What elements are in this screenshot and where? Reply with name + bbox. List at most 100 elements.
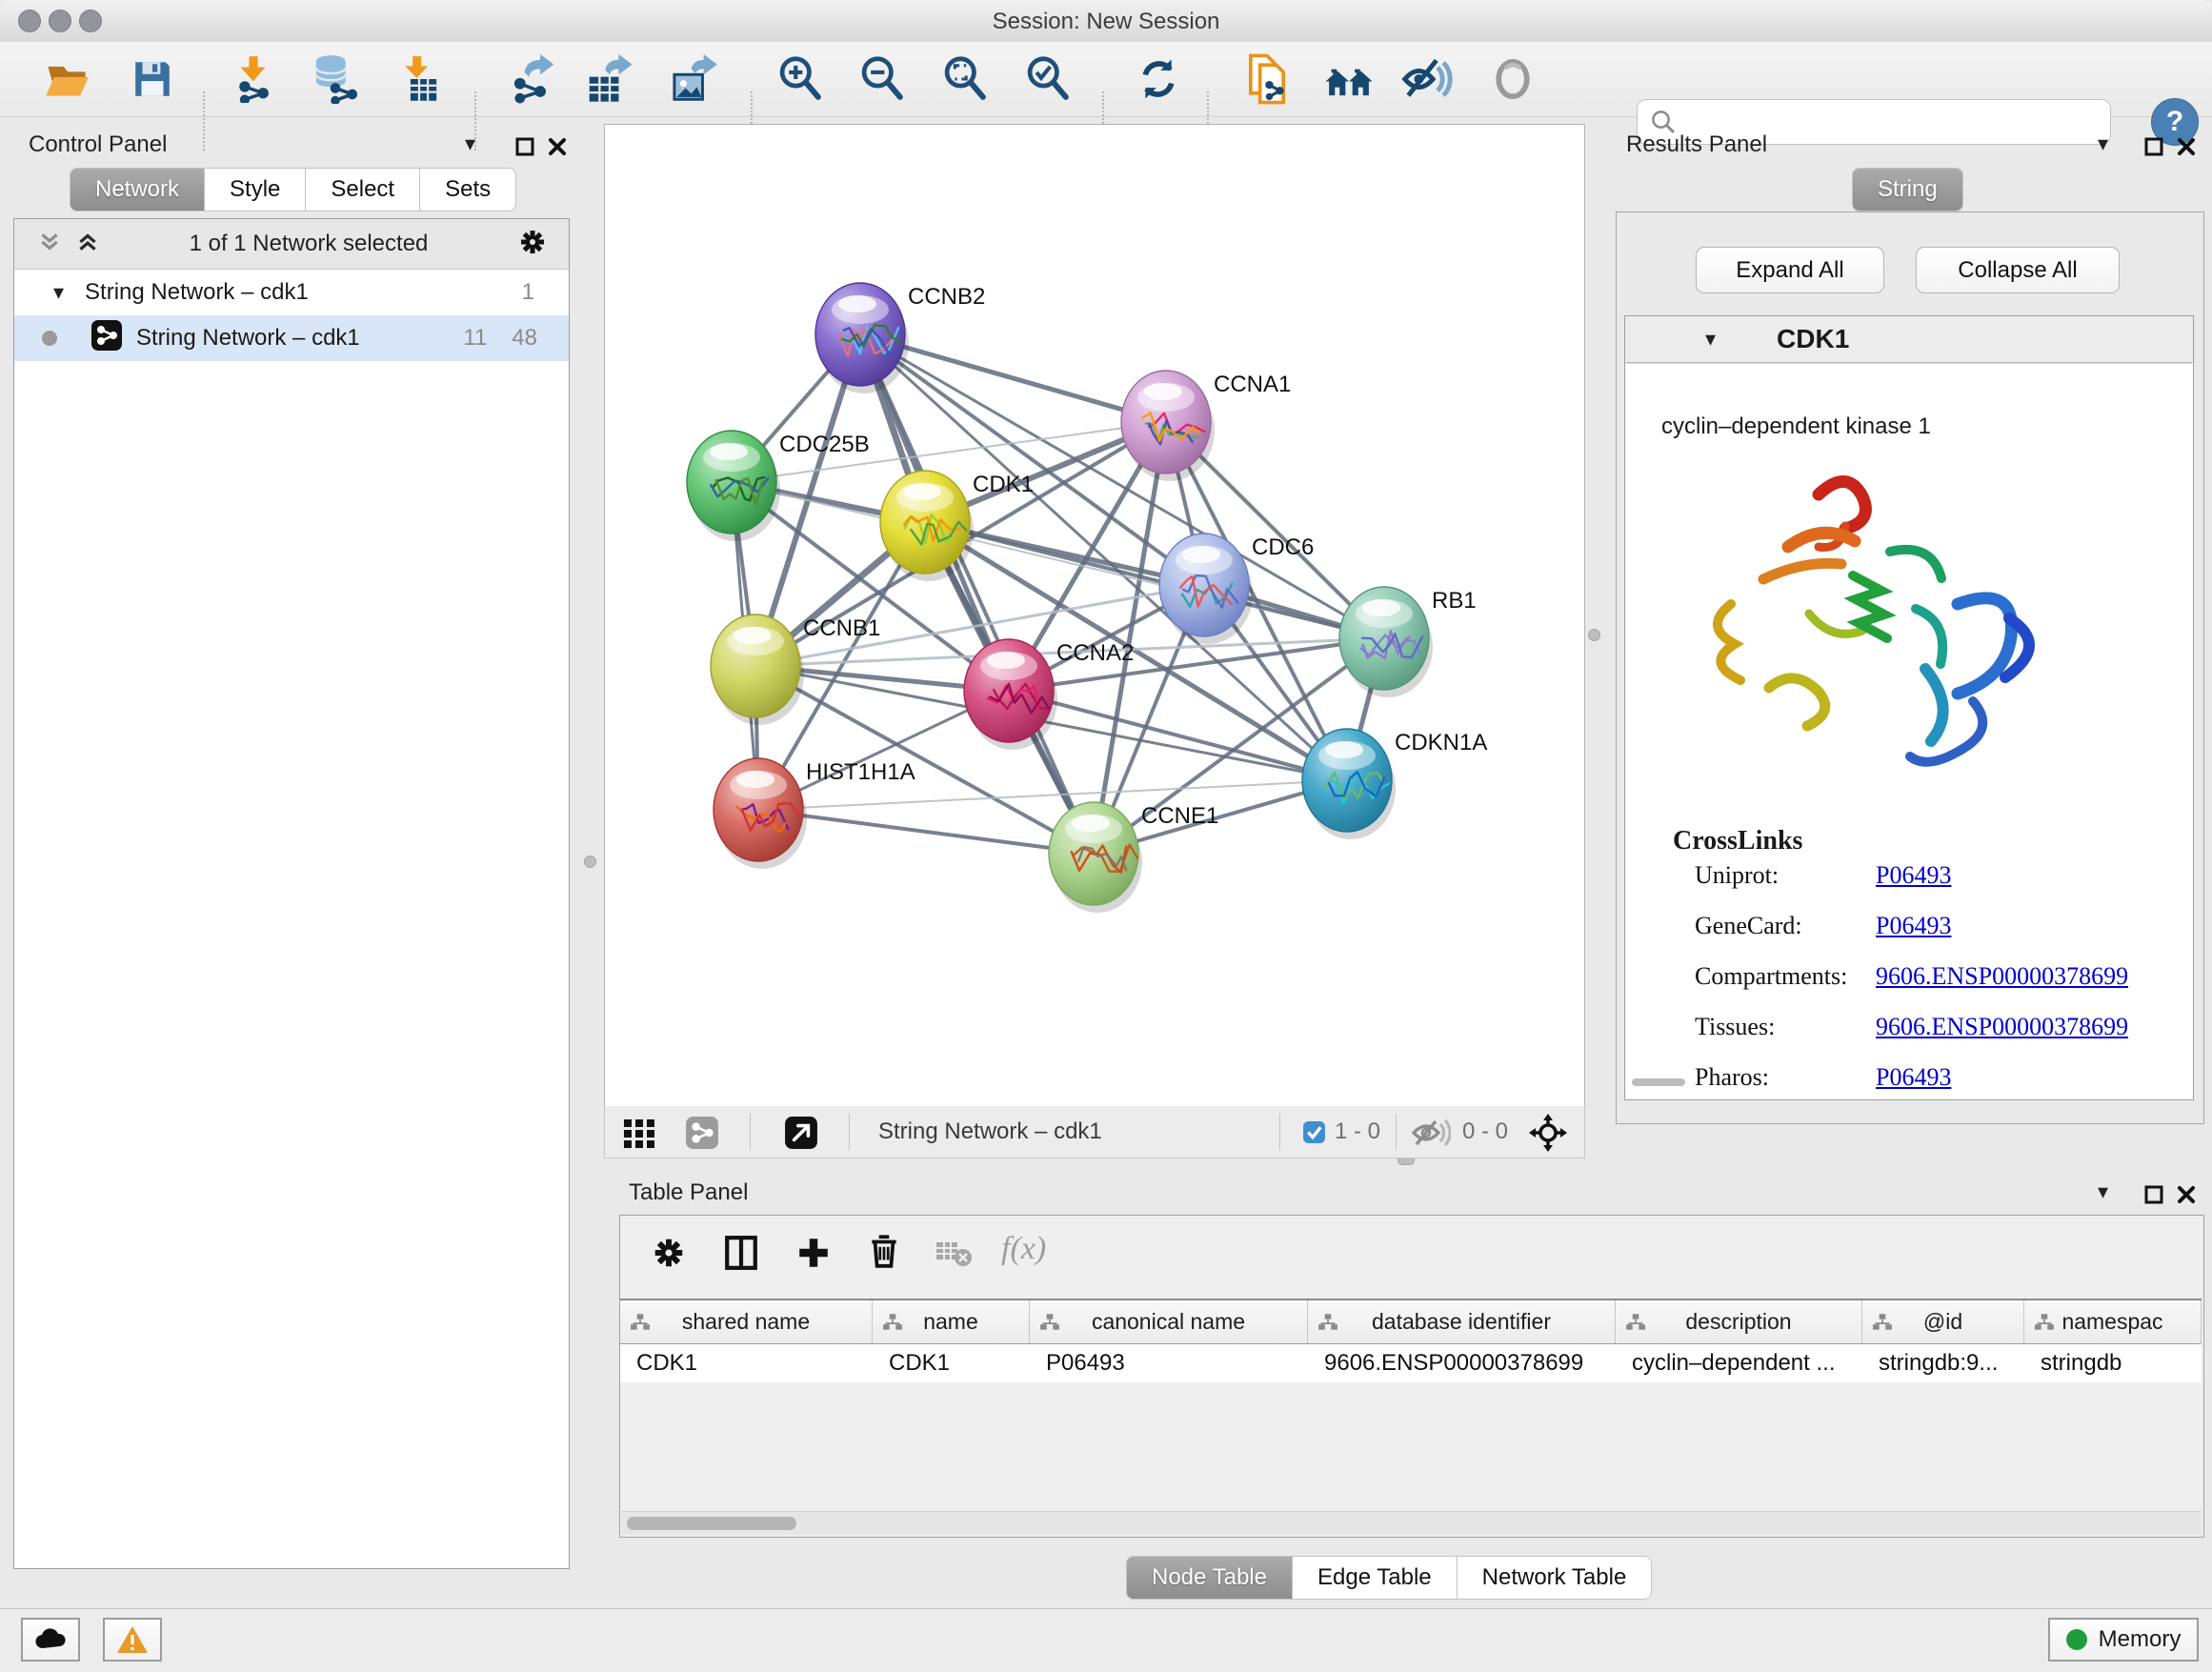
table-panel-float-icon[interactable] [2143, 1184, 2164, 1210]
expand-all-networks-icon[interactable] [37, 230, 62, 259]
control-panel-close-icon[interactable] [547, 136, 568, 162]
node-CCNB2[interactable]: CCNB2 [815, 283, 985, 393]
column-header-name[interactable]: name [873, 1300, 1030, 1343]
tab-style[interactable]: Style [205, 168, 306, 212]
memory-button[interactable]: Memory [2048, 1618, 2199, 1662]
open-in-new-icon[interactable] [784, 1116, 818, 1155]
protein-collapse-icon[interactable]: ▾ [1705, 329, 1716, 350]
tab-select[interactable]: Select [306, 168, 420, 212]
column-header-shared-name[interactable]: shared name [620, 1300, 873, 1343]
column-header-database-identifier[interactable]: database identifier [1308, 1300, 1616, 1343]
protein-card-header[interactable]: ▾ CDK1 [1625, 316, 2193, 363]
clone-network-icon[interactable] [1240, 52, 1294, 106]
delete-column-trash-icon[interactable] [866, 1233, 902, 1274]
tab-sets[interactable]: Sets [420, 168, 516, 212]
export-image-icon[interactable] [667, 52, 720, 106]
hidden-eye-slash-icon[interactable] [1411, 1118, 1451, 1152]
node-CDK1[interactable]: CDK1 [880, 471, 1034, 581]
tab-network-table[interactable]: Network Table [1458, 1556, 1653, 1600]
control-panel-float-icon[interactable] [514, 136, 535, 162]
node-HIST1H1A[interactable]: HIST1H1A [714, 758, 915, 869]
cloud-button[interactable] [21, 1618, 80, 1662]
node-CDC6[interactable]: CDC6 [1159, 534, 1314, 644]
table-row[interactable]: CDK1CDK1P064939606.ENSP00000378699cyclin… [620, 1344, 2202, 1382]
import-network-file-icon[interactable] [227, 52, 280, 106]
refresh-layout-icon[interactable] [1132, 52, 1185, 106]
results-hscroll-thumb[interactable] [1632, 1078, 1685, 1086]
table-settings-gear-icon[interactable] [651, 1235, 687, 1276]
string-results-box: Expand All Collapse All ▾ CDK1 cyclin–de… [1616, 212, 2204, 1124]
tab-edge-table[interactable]: Edge Table [1293, 1556, 1458, 1600]
network-collection-row[interactable]: ▾ String Network – cdk1 1 [14, 270, 569, 315]
results-panel-tab-string[interactable]: String [1852, 168, 1963, 212]
crosslink-value-link[interactable]: P06493 [1876, 861, 1951, 890]
protein-card-body: cyclin–dependent kinase 1 [1626, 363, 2192, 1092]
string-home-icon[interactable] [1322, 52, 1376, 106]
crosslink-value-link[interactable]: 9606.ENSP00000378699 [1876, 962, 2128, 991]
function-builder-icon[interactable]: f(x) [1001, 1231, 1046, 1267]
network-selected-summary: 1 of 1 Network selected [100, 231, 517, 257]
zoom-fit-icon[interactable] [938, 52, 992, 106]
control-panel-menu-icon[interactable]: ▾ [465, 133, 475, 154]
table-panel-close-icon[interactable] [2176, 1184, 2197, 1210]
crosslink-value-link[interactable]: P06493 [1876, 912, 1951, 940]
string-network-graph[interactable]: CCNB2CCNA1CDC25BCDK1CDC6RB1CCNB1CCNA2CDK… [605, 125, 1584, 1106]
string-hide-glass-icon[interactable] [1400, 52, 1454, 106]
zoom-in-icon[interactable] [774, 52, 827, 106]
collection-name: String Network – cdk1 [85, 279, 309, 306]
node-CDC25B[interactable]: CDC25B [687, 431, 870, 541]
crosslink-row: Uniprot:P06493 [1695, 861, 1779, 890]
edge-CDK1-RB1[interactable] [925, 522, 1384, 638]
network-options-gear-icon[interactable] [517, 227, 548, 262]
table-hscroll-thumb[interactable] [627, 1517, 796, 1530]
zoom-out-icon[interactable] [855, 52, 909, 106]
add-column-icon[interactable] [795, 1235, 832, 1276]
edge-HIST1H1A-CCNE1[interactable] [758, 810, 1094, 854]
import-table-icon[interactable] [392, 52, 446, 106]
node-CCNE1[interactable]: CCNE1 [1049, 802, 1218, 913]
export-table-icon[interactable] [583, 52, 636, 106]
tab-node-table[interactable]: Node Table [1126, 1556, 1293, 1600]
export-network-icon[interactable] [507, 52, 560, 106]
network-row-selected[interactable]: String Network – cdk1 11 48 [14, 315, 569, 361]
show-columns-icon[interactable] [723, 1235, 759, 1276]
collapse-all-networks-icon[interactable] [75, 230, 100, 259]
results-panel-menu-icon[interactable]: ▾ [2098, 133, 2108, 154]
table-hscrollbar[interactable] [621, 1511, 2202, 1535]
column-header-@id[interactable]: @id [1862, 1300, 2024, 1343]
open-session-icon[interactable] [40, 52, 93, 106]
tab-string: String [1852, 168, 1963, 212]
results-panel-close-icon[interactable] [2176, 136, 2197, 162]
crosslink-row: Pharos:P06493 [1695, 1063, 1769, 1092]
title-bar: Session: New Session [0, 0, 2212, 43]
right-splitter-handle[interactable] [1588, 629, 1600, 641]
table-panel-menu-icon[interactable]: ▾ [2098, 1181, 2108, 1202]
collapse-all-button[interactable]: Collapse All [1916, 247, 2120, 293]
crosslink-value-link[interactable]: P06493 [1876, 1063, 1951, 1092]
tab-network[interactable]: Network [70, 168, 205, 212]
selected-checkbox-icon[interactable] [1302, 1120, 1326, 1149]
column-header-canonical-name[interactable]: canonical name [1030, 1300, 1308, 1343]
crosslink-value-link[interactable]: 9606.ENSP00000378699 [1876, 1013, 2128, 1041]
column-header-namespac[interactable]: namespac [2024, 1300, 2202, 1343]
network-share-icon[interactable] [685, 1116, 719, 1155]
import-network-database-icon[interactable] [309, 52, 362, 106]
node-label: CDKN1A [1395, 730, 1487, 755]
delete-table-icon[interactable] [935, 1239, 973, 1274]
collection-expand-icon[interactable]: ▾ [53, 282, 64, 303]
birdseye-grid-icon[interactable] [622, 1116, 656, 1155]
save-session-icon[interactable] [126, 52, 179, 106]
network-view-toolbar: String Network – cdk1 1 - 0 0 - 0 [604, 1106, 1585, 1158]
expand-all-button[interactable]: Expand All [1696, 247, 1884, 293]
node-CDKN1A[interactable]: CDKN1A [1302, 729, 1487, 839]
column-header-description[interactable]: description [1616, 1300, 1862, 1343]
zoom-selected-icon[interactable] [1021, 52, 1075, 106]
node-RB1[interactable]: RB1 [1339, 587, 1477, 697]
results-panel-float-icon[interactable] [2143, 136, 2164, 162]
warnings-button[interactable] [103, 1618, 162, 1662]
show-eye-icon[interactable] [1486, 52, 1539, 106]
left-splitter-handle[interactable] [584, 856, 596, 868]
network-view-canvas[interactable]: CCNB2CCNA1CDC25BCDK1CDC6RB1CCNB1CCNA2CDK… [604, 124, 1585, 1107]
fit-selected-crosshair-icon[interactable] [1527, 1112, 1569, 1158]
string-network-icon [90, 319, 123, 358]
